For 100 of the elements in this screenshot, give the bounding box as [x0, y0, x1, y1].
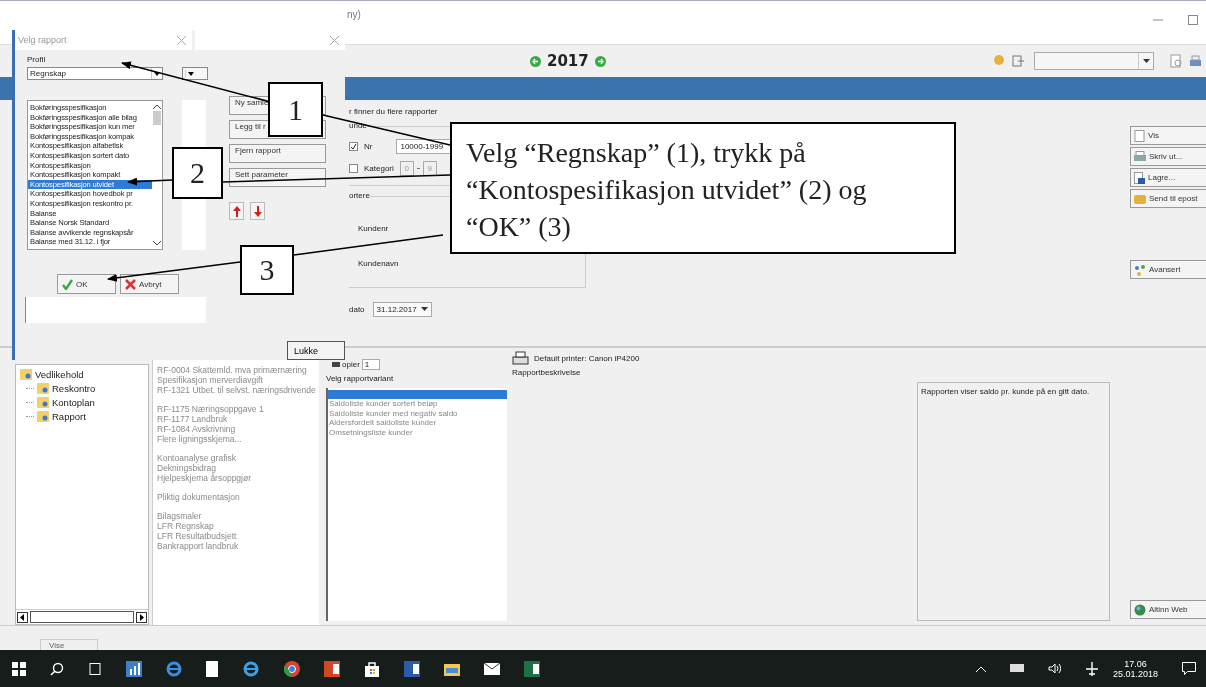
report-link[interactable]: Pliktig dokumentasjon: [157, 492, 315, 502]
groupbox-legend: ortere: [349, 191, 370, 200]
profile-label: Profil: [27, 55, 47, 64]
ok-button[interactable]: OK: [57, 274, 116, 294]
variant-list-item[interactable]: Omsetningsliste kunder: [328, 427, 507, 437]
save-button[interactable]: Lagre...: [1130, 168, 1206, 187]
window-title: ny): [347, 9, 361, 20]
scroll-left-icon[interactable]: [17, 611, 28, 623]
date-dropdown[interactable]: 31.12.2017: [372, 301, 432, 317]
folder-icon[interactable]: [444, 661, 460, 676]
scroll-down-icon[interactable]: [153, 241, 161, 246]
tree-item[interactable]: Rapport: [52, 410, 86, 422]
presentation-app-icon[interactable]: [324, 660, 340, 677]
document-icon[interactable]: [206, 660, 218, 677]
year-label: 2017: [547, 52, 589, 70]
move-up-button[interactable]: [229, 202, 244, 220]
variant-list-item[interactable]: Saldoliste kunder sortert beløp: [328, 399, 507, 409]
sort-option-label[interactable]: Kundenavn: [358, 259, 399, 268]
nr-checkbox[interactable]: [349, 141, 358, 151]
next-arrow-icon[interactable]: [594, 55, 606, 67]
down-arrow-icon: [253, 205, 262, 217]
dropdown-caret-icon: [420, 307, 428, 311]
scroll-right-icon[interactable]: [136, 611, 147, 623]
mail-button[interactable]: Send til epost: [1130, 189, 1206, 208]
notification-icon[interactable]: [1182, 662, 1196, 675]
round-browser-icon[interactable]: [284, 660, 300, 677]
nr-label: Nr: [364, 141, 373, 151]
printer-icon: [1134, 151, 1146, 162]
move-down-button[interactable]: [250, 202, 265, 220]
windows-start-icon[interactable]: [12, 661, 26, 676]
variant-title: Velg rapportvariant: [326, 374, 395, 385]
tree-item[interactable]: Reskontro: [52, 382, 96, 394]
preview-icon[interactable]: [1170, 54, 1183, 68]
report-link[interactable]: Bankrapport landbruk: [157, 541, 315, 551]
spreadsheet-app-icon[interactable]: [524, 660, 540, 677]
report-link[interactable]: RF-1084 Avskrivning: [157, 424, 315, 434]
copies-field[interactable]: 1: [361, 358, 380, 370]
view-button[interactable]: Vis: [1130, 126, 1206, 145]
report-link[interactable]: Kontoanalyse grafisk: [157, 453, 315, 463]
report-link[interactable]: RF-1177 Landbruk: [157, 414, 315, 424]
report-link[interactable]: LFR Resultatbudsjett: [157, 531, 315, 541]
secondary-dropdown[interactable]: [182, 67, 208, 80]
report-link[interactable]: RF-1321 Utbet. til selvst. næringsdrivende: [157, 385, 315, 395]
report-link[interactable]: LFR Regnskap: [157, 521, 315, 531]
report-link[interactable]: Spesifikasjon merverdiavgift: [157, 375, 315, 385]
tree-item[interactable]: Vedlikehold: [35, 368, 84, 380]
scroll-up-icon[interactable]: [153, 104, 161, 109]
profile-dropdown[interactable]: Regnskap: [27, 67, 163, 80]
report-link[interactable]: Hjelpeskjema årsoppgjør: [157, 473, 315, 483]
groupbox-legend: unde: [349, 121, 367, 130]
report-link[interactable]: Bilagsmaler: [157, 511, 315, 521]
exit-icon[interactable]: [1012, 55, 1024, 67]
dialog-action-button[interactable]: Fjern rapport: [229, 144, 326, 163]
previous-arrow-icon[interactable]: [530, 55, 541, 67]
horizontal-scrollbar[interactable]: [16, 609, 148, 624]
browser-e-icon[interactable]: [166, 660, 182, 677]
task-view-icon[interactable]: [88, 662, 102, 675]
sort-option-label[interactable]: Kundenr: [358, 224, 389, 233]
instruction-callout: Velg “Regnskap” (1), trykk på “Kontospesifikasjon utvidet” (2) og “OK” (3): [450, 122, 956, 254]
word-processor-icon[interactable]: [404, 660, 420, 677]
document-icon: [1134, 129, 1145, 142]
category-checkbox[interactable]: [349, 163, 358, 173]
folder-icon: [37, 382, 49, 394]
nr-range-field[interactable]: 10000-1999: [396, 138, 453, 154]
envelope-icon: [1134, 193, 1146, 204]
clock-time[interactable]: 17.06: [1124, 658, 1147, 669]
report-link[interactable]: RF-0004 Skattemld. mva primærnæring: [157, 365, 315, 375]
search-icon[interactable]: [50, 661, 64, 676]
web-button[interactable]: Altinn Web: [1130, 600, 1206, 619]
dialog-action-button[interactable]: Sett parameter: [229, 168, 326, 187]
callout-number-tooltip: 2: [172, 147, 223, 199]
folder-icon: [20, 368, 32, 380]
mail-icon[interactable]: [484, 662, 500, 675]
save-icon: [1134, 171, 1145, 184]
maximize-icon[interactable]: [1188, 15, 1198, 25]
close-button[interactable]: Lukke: [287, 341, 345, 360]
browser-e-icon[interactable]: [242, 660, 260, 677]
printer-icon[interactable]: [512, 350, 529, 366]
copies-label: opier: [342, 359, 360, 369]
variant-list-item[interactable]: Saldoliste kunder med negativ saldo: [328, 408, 507, 418]
variant-list-item[interactable]: Aldersfordelt saldoliste kunder: [328, 418, 507, 428]
bar-chart-app-icon[interactable]: [126, 660, 142, 677]
callout-arrow: [127, 177, 173, 186]
speaker-icon[interactable]: [1047, 663, 1061, 674]
default-printer-text: Default printer: Canon iP4200: [534, 353, 640, 363]
scroll-thumb[interactable]: [153, 111, 161, 125]
cross-icon: [125, 278, 136, 290]
report-link[interactable]: Dekningsbidrag: [157, 463, 315, 473]
advanced-button[interactable]: Avansert: [1130, 260, 1206, 279]
tree-item[interactable]: Kontoplan: [52, 396, 95, 408]
report-link[interactable]: Flere ligningsskjema...: [157, 434, 315, 444]
printer-icon[interactable]: [1189, 54, 1202, 68]
shopping-bag-icon[interactable]: [364, 660, 380, 677]
up-arrow-icon: [232, 205, 241, 217]
clock-date[interactable]: 25.01.2018: [1112, 668, 1158, 679]
print-button[interactable]: Skriv ut...: [1130, 147, 1206, 166]
cancel-button[interactable]: Avbryt: [120, 274, 179, 294]
caret-up-icon[interactable]: [975, 665, 986, 672]
report-link[interactable]: RF-1175 Næringsoppgave 1: [157, 404, 315, 414]
info-text: r finner du flere rapporter: [349, 107, 439, 116]
